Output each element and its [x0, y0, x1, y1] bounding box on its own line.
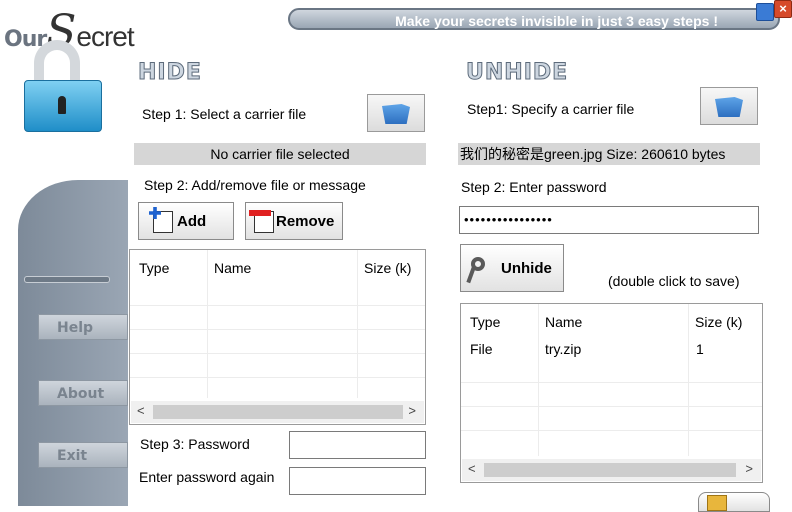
folder-icon: [382, 104, 410, 124]
unhide-hint: (double click to save): [608, 273, 740, 289]
hide-file-table[interactable]: Type Name Size (k) < >: [129, 249, 426, 425]
folder-icon: [715, 97, 743, 117]
table-row: [461, 430, 762, 431]
unhide-title: UNHIDE: [465, 60, 569, 86]
scroll-right-icon[interactable]: >: [408, 403, 416, 418]
sidebar-slot: [24, 276, 110, 283]
scroll-thumb[interactable]: [153, 405, 403, 419]
title-banner: Make your secrets invisible in just 3 ea…: [288, 8, 780, 30]
table-row: [130, 305, 425, 306]
scroll-left-icon[interactable]: <: [137, 403, 145, 418]
help-button[interactable]: Help: [38, 314, 128, 340]
row-type: File: [470, 341, 493, 357]
add-button[interactable]: Add: [138, 202, 234, 240]
col-type: Type: [139, 260, 170, 276]
remove-button-label: Remove: [276, 212, 335, 230]
row-size: 1: [696, 341, 704, 357]
col-name: Name: [545, 314, 583, 330]
table-row: [130, 329, 425, 330]
remove-button[interactable]: Remove: [245, 202, 343, 240]
col-type: Type: [470, 314, 501, 330]
unhide-file-table[interactable]: Type Name Size (k) File try.zip 1 < >: [460, 303, 763, 483]
unhide-step1-label: Step1: Specify a carrier file: [467, 101, 635, 117]
hide-password-again-input[interactable]: [289, 467, 426, 495]
lock-icon: [34, 40, 80, 84]
add-file-icon: [153, 211, 173, 233]
unhide-button-label: Unhide: [501, 259, 552, 277]
hide-step3-label: Step 3: Password: [140, 436, 250, 452]
close-icon[interactable]: ×: [774, 0, 792, 18]
logo-rest: ecret: [76, 21, 134, 52]
sidebar-panel: Help About Exit: [18, 180, 128, 506]
grid-line: [357, 250, 358, 398]
table-row: [130, 353, 425, 354]
hide-table-scrollbar[interactable]: < >: [131, 401, 424, 423]
unhide-step2-label: Step 2: Enter password: [461, 179, 607, 195]
exit-button[interactable]: Exit: [38, 442, 128, 468]
grid-line: [688, 304, 689, 456]
folder-icon: [707, 495, 727, 511]
grid-line: [538, 304, 539, 456]
hide-password-input[interactable]: [289, 431, 426, 459]
scroll-right-icon[interactable]: >: [745, 461, 753, 476]
hide-step1-label: Step 1: Select a carrier file: [142, 106, 307, 122]
hide-password-again-label: Enter password again: [139, 469, 275, 485]
lock-keyhole: [58, 96, 66, 114]
hide-step2-label: Step 2: Add/remove file or message: [144, 177, 366, 193]
scroll-thumb[interactable]: [484, 463, 736, 477]
about-button[interactable]: About: [38, 380, 128, 406]
scroll-left-icon[interactable]: <: [468, 461, 476, 476]
unhide-button[interactable]: Unhide: [460, 244, 564, 292]
unhide-password-input[interactable]: ••••••••••••••••: [459, 206, 759, 234]
key-icon: [467, 255, 495, 283]
table-row: [130, 377, 425, 378]
row-name: try.zip: [545, 341, 582, 357]
col-size: Size (k): [364, 260, 412, 276]
col-size: Size (k): [695, 314, 743, 330]
grid-line: [207, 250, 208, 398]
save-button[interactable]: [698, 492, 770, 512]
hide-carrier-status: No carrier file selected: [134, 143, 426, 165]
remove-file-icon: [249, 210, 274, 233]
hide-browse-button[interactable]: [367, 94, 425, 132]
unhide-carrier-info: 我们的秘密是green.jpg Size: 260610 bytes: [458, 143, 760, 165]
add-button-label: Add: [177, 212, 207, 230]
unhide-table-scrollbar[interactable]: < >: [462, 459, 761, 481]
col-name: Name: [214, 260, 252, 276]
minimize-icon[interactable]: [756, 3, 774, 21]
table-row: [461, 406, 762, 407]
unhide-browse-button[interactable]: [700, 87, 758, 125]
table-row[interactable]: File try.zip 1: [461, 335, 762, 357]
hide-title: HIDE: [138, 60, 202, 86]
table-row: [461, 382, 762, 383]
